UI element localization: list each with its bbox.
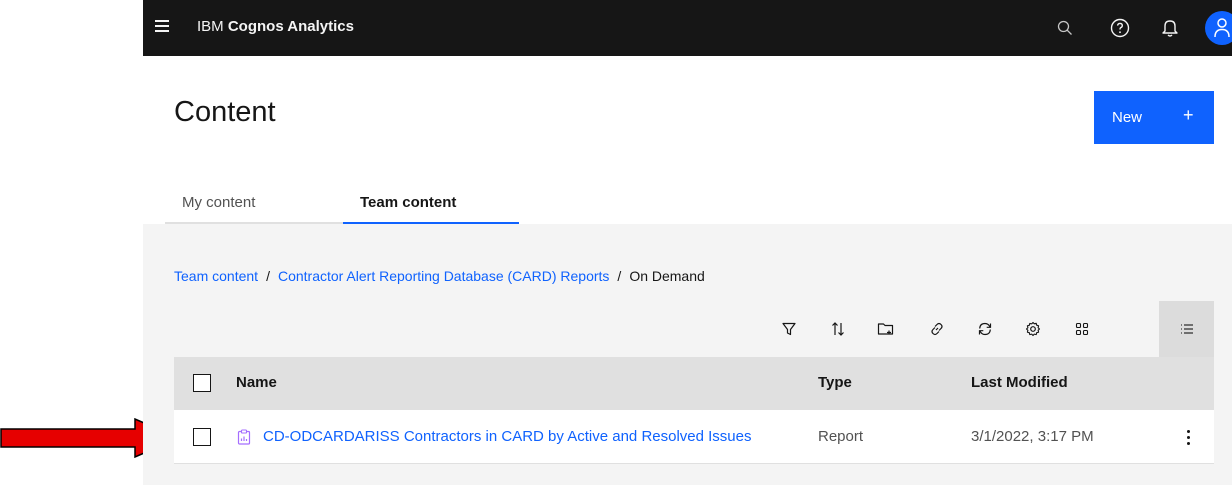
link-icon[interactable] (923, 315, 951, 343)
breadcrumb-separator: / (617, 268, 622, 284)
help-icon[interactable] (1104, 12, 1136, 44)
settings-icon[interactable] (1019, 315, 1047, 343)
tab-team-content[interactable]: Team content (343, 186, 519, 224)
notification-icon[interactable] (1154, 12, 1186, 44)
content-panel: Team content / Contractor Alert Reporting … (143, 224, 1232, 485)
column-header-last-modified[interactable]: Last Modified (971, 374, 1068, 391)
menu-icon[interactable] (155, 20, 169, 34)
grid-view-icon[interactable] (1068, 315, 1096, 343)
user-icon[interactable] (1205, 11, 1232, 45)
new-button-label: New (1112, 109, 1143, 126)
breadcrumb-current: On Demand (629, 268, 705, 284)
report-name-link[interactable]: CD-ODCARDARISS Contractors in CARD by Ac… (263, 428, 752, 445)
refresh-icon[interactable] (971, 315, 999, 343)
list-view-icon[interactable] (1159, 301, 1214, 357)
new-button[interactable]: New + (1094, 91, 1214, 144)
top-header-bar: IBM Cognos Analytics (143, 0, 1232, 56)
breadcrumb-card-reports[interactable]: Contractor Alert Reporting Database (CAR… (278, 268, 609, 284)
content-tabs: My content Team content (165, 186, 519, 224)
overflow-menu-icon[interactable] (1176, 423, 1200, 451)
column-header-name[interactable]: Name (236, 374, 277, 391)
filter-icon[interactable] (775, 315, 803, 343)
plus-icon: + (1183, 105, 1194, 125)
product-name: IBM Cognos Analytics (197, 18, 354, 35)
report-icon (237, 429, 251, 445)
tab-my-content[interactable]: My content (165, 186, 343, 224)
table-row: CD-ODCARDARISS Contractors in CARD by Ac… (174, 410, 1214, 464)
sort-icon[interactable] (824, 315, 852, 343)
breadcrumb: Team content / Contractor Alert Reporting … (174, 268, 705, 284)
table-header: Name Type Last Modified (174, 357, 1214, 410)
app-window: IBM Cognos Analytics Content New + My co… (143, 0, 1232, 485)
breadcrumb-separator: / (266, 268, 270, 284)
select-all-checkbox[interactable] (193, 374, 211, 392)
report-type: Report (818, 428, 864, 445)
brand-name: Cognos Analytics (227, 18, 354, 35)
page-title: Content (174, 96, 276, 128)
search-icon[interactable] (1049, 12, 1081, 44)
column-header-type[interactable]: Type (818, 374, 852, 391)
breadcrumb-team-content[interactable]: Team content (174, 268, 258, 284)
row-checkbox[interactable] (193, 428, 211, 446)
brand-prefix: IBM (197, 18, 224, 35)
report-last-modified: 3/1/2022, 3:17 PM (971, 428, 1094, 445)
new-folder-icon[interactable] (872, 315, 900, 343)
content-toolbar (775, 301, 1214, 357)
